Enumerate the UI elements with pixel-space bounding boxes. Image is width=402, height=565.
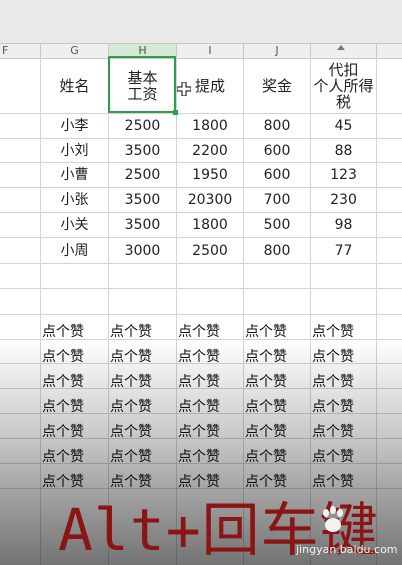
table-cell[interactable]: 230 — [311, 188, 376, 212]
table-cell[interactable]: 3500 — [109, 188, 176, 212]
header-cell-bonus[interactable]: 奖金 — [244, 58, 310, 113]
table-cell[interactable]: 700 — [244, 188, 310, 212]
table-cell[interactable]: 2500 — [109, 114, 176, 138]
table-cell[interactable]: 600 — [244, 163, 310, 187]
gridline — [0, 314, 402, 315]
column-header-j[interactable]: J — [244, 44, 310, 58]
table-cell[interactable]: 800 — [244, 114, 310, 138]
table-cell[interactable]: 小曹 — [41, 163, 108, 187]
table-cell[interactable]: 小李 — [41, 114, 108, 138]
baidu-paw-icon — [323, 506, 343, 532]
sort-arrow-icon[interactable] — [337, 45, 345, 50]
column-header-f[interactable]: F — [0, 44, 42, 58]
table-cell[interactable]: 小刘 — [41, 139, 108, 162]
table-cell[interactable]: 88 — [311, 139, 376, 162]
fill-cell[interactable]: 点个赞 — [110, 321, 152, 341]
table-cell[interactable]: 98 — [311, 213, 376, 237]
table-cell[interactable]: 1800 — [177, 213, 243, 237]
toolbar-area — [0, 0, 402, 43]
header-cell-name[interactable]: 姓名 — [41, 58, 108, 113]
gridline — [0, 263, 402, 264]
table-cell[interactable]: 1800 — [177, 114, 243, 138]
table-cell[interactable]: 3500 — [109, 139, 176, 162]
watermark-text: jingyan.baidu.com — [296, 543, 398, 556]
table-cell[interactable]: 77 — [311, 238, 376, 263]
fill-cell[interactable]: 点个赞 — [312, 321, 354, 341]
gridline — [0, 288, 402, 289]
header-cell-income-tax[interactable]: 代扣 个人所得 税 — [311, 58, 376, 113]
table-cell[interactable]: 1950 — [177, 163, 243, 187]
fill-cell[interactable]: 点个赞 — [42, 321, 84, 341]
active-cell-selection[interactable] — [108, 56, 176, 113]
table-cell[interactable]: 2500 — [109, 163, 176, 187]
column-divider[interactable] — [310, 44, 311, 58]
table-cell[interactable]: 小周 — [41, 238, 108, 263]
table-cell[interactable]: 600 — [244, 139, 310, 162]
table-cell[interactable]: 800 — [244, 238, 310, 263]
column-header-bar: F G H I J — [0, 43, 402, 59]
table-cell[interactable]: 500 — [244, 213, 310, 237]
table-cell[interactable]: 45 — [311, 114, 376, 138]
fill-cell[interactable]: 点个赞 — [178, 321, 220, 341]
table-cell[interactable]: 3500 — [109, 213, 176, 237]
fill-handle[interactable] — [173, 110, 178, 115]
column-divider[interactable] — [376, 44, 377, 58]
table-cell[interactable]: 小关 — [41, 213, 108, 237]
table-cell[interactable]: 123 — [311, 163, 376, 187]
table-cell[interactable]: 2500 — [177, 238, 243, 263]
fill-cell[interactable]: 点个赞 — [245, 321, 287, 341]
table-cell[interactable]: 20300 — [177, 188, 243, 212]
column-header-g[interactable]: G — [41, 44, 108, 58]
table-cell[interactable]: 3000 — [109, 238, 176, 263]
cell-cross-cursor-icon — [177, 82, 191, 96]
table-cell[interactable]: 小张 — [41, 188, 108, 212]
table-cell[interactable]: 2200 — [177, 139, 243, 162]
column-header-i[interactable]: I — [177, 44, 243, 58]
